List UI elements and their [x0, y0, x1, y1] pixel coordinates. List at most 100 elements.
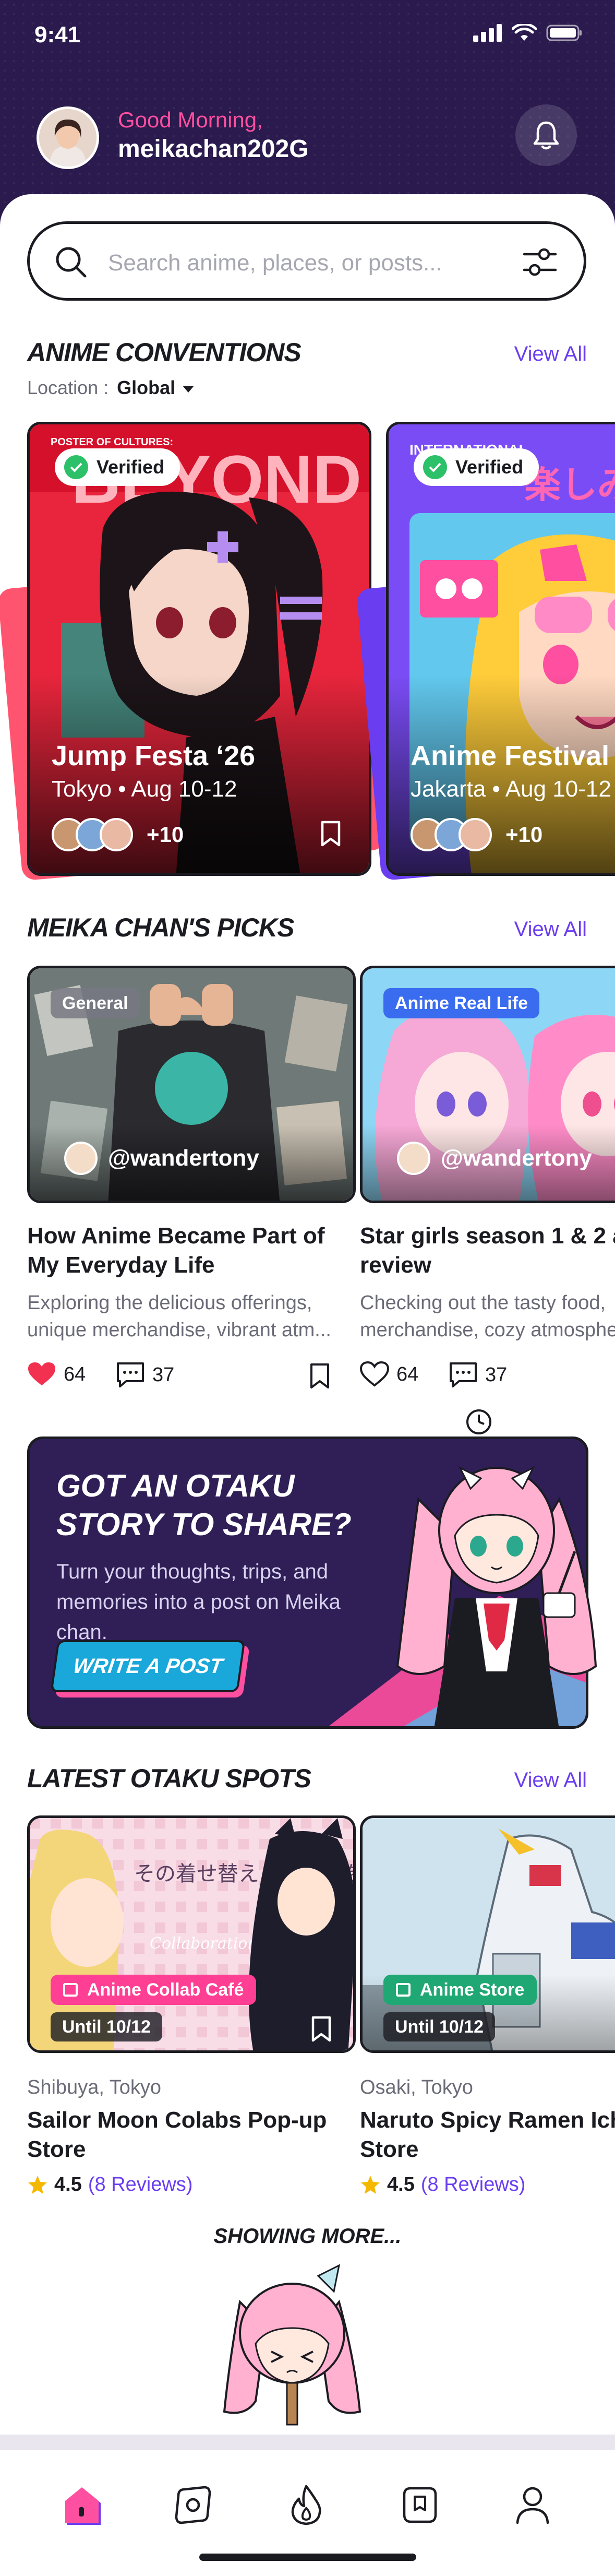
spot-name[interactable]: Naruto Spicy Ramen Ichiraku Store: [360, 2106, 615, 2164]
convention-name: Jump Festa ‘26: [52, 740, 256, 771]
like-count: 64: [64, 1363, 86, 1385]
pick-card[interactable]: General @wandertony How Anime Became Par…: [27, 966, 363, 1388]
review-count[interactable]: (8 Reviews): [421, 2174, 526, 2196]
store-icon: [396, 1983, 411, 1997]
convention-dates: Aug 10-12: [505, 776, 611, 802]
spot-card[interactable]: その着せ替え人形は恋をする Collaboration Cafe Anime C…: [27, 1815, 363, 2195]
username: meikachan202G: [118, 135, 309, 163]
convention-meta: Jakarta • Aug 10-12: [411, 776, 611, 802]
avatar[interactable]: [37, 106, 99, 169]
write-post-label: WRITE A POST: [50, 1640, 246, 1692]
attendee-avatar: [100, 818, 133, 851]
convention-poster: POSTER OF CULTURES: BEYOND Verified Jump…: [27, 422, 371, 876]
view-all-spots[interactable]: View All: [514, 1768, 587, 1792]
nav-profile[interactable]: [509, 2482, 556, 2528]
spot-category-label: Anime Collab Café: [87, 1980, 244, 2000]
nav-explore[interactable]: [170, 2482, 216, 2528]
bell-icon: [533, 121, 559, 150]
write-post-banner: GOT AN OTAKU STORY TO SHARE? Turn your t…: [27, 1409, 597, 1729]
nav-saved[interactable]: [396, 2482, 443, 2528]
section-title-conventions: ANIME CONVENTIONS: [27, 337, 324, 372]
rating-value: 4.5: [387, 2174, 415, 2195]
heart-filled-icon: [28, 1362, 55, 1385]
user-portrait-icon: [39, 109, 97, 167]
comment-button[interactable]: 37: [449, 1361, 507, 1388]
status-icons: [473, 24, 583, 42]
convention-dates: Aug 10-12: [131, 776, 237, 802]
pick-stats: 64 37: [360, 1358, 615, 1390]
loading-more-text: SHOWING MORE...: [213, 2225, 402, 2248]
check-icon: [423, 455, 447, 479]
convention-card[interactable]: POSTER OF CULTURES: BEYOND Verified Jump…: [0, 422, 387, 881]
spot-until-badge: Until 10/12: [51, 2012, 163, 2041]
attendee-avatars: +10: [411, 818, 542, 851]
app-screen: 9:41 Good Morning, meikachan202G Search …: [0, 0, 615, 2576]
location-filter[interactable]: Location : Global: [27, 377, 195, 399]
comment-button[interactable]: 37: [116, 1361, 174, 1388]
poster-art-illustration: POSTER OF CULTURES: BEYOND: [30, 424, 369, 873]
pick-card[interactable]: Anime Real Life @wandertony Star girls s…: [360, 966, 615, 1387]
notifications-button[interactable]: [515, 104, 577, 166]
like-button[interactable]: 64: [360, 1361, 418, 1387]
location-value[interactable]: Global: [117, 377, 175, 398]
attendee-count: +10: [505, 822, 543, 847]
search-bar[interactable]: Search anime, places, or posts...: [27, 221, 586, 301]
spot-location: Osaki, Tokyo: [360, 2076, 473, 2098]
pick-image: Anime Real Life @wandertony: [360, 966, 615, 1203]
bookmark-icon[interactable]: [309, 1362, 331, 1390]
spot-location: Shibuya, Tokyo: [27, 2076, 162, 2098]
view-all-picks[interactable]: View All: [514, 918, 587, 941]
signal-icon: [473, 24, 502, 42]
verified-label: Verified: [97, 456, 165, 478]
write-post-button[interactable]: WRITE A POST: [50, 1640, 250, 1697]
pick-title[interactable]: How Anime Became Part of My Everyday Lif…: [27, 1221, 361, 1280]
filter-icon[interactable]: [522, 245, 558, 279]
nav-home[interactable]: [58, 2482, 105, 2528]
spot-name[interactable]: Sailor Moon Colabs Pop-up Store: [27, 2106, 361, 2164]
nav-trending[interactable]: [283, 2482, 330, 2528]
bookmark-icon[interactable]: [320, 820, 342, 847]
status-time: 9:41: [34, 22, 81, 48]
rating-value: 4.5: [54, 2174, 82, 2195]
star-icon: [361, 2175, 380, 2194]
greeting-text: Good Morning,: [118, 108, 263, 132]
search-input[interactable]: Search anime, places, or posts...: [108, 250, 442, 276]
attendee-count: +10: [147, 822, 184, 847]
spot-category-label: Anime Store: [420, 1980, 525, 2000]
bookmark-icon[interactable]: [310, 2015, 332, 2043]
author-avatar: [397, 1142, 430, 1175]
section-title-spots: LATEST OTAKU SPOTS: [27, 1763, 327, 1798]
bottom-navigation: [0, 2435, 615, 2576]
spot-rating: 4.5 (8 Reviews): [27, 2174, 192, 2196]
verified-badge: Verified: [55, 448, 180, 486]
comment-icon: [450, 1362, 477, 1387]
view-all-conventions[interactable]: View All: [514, 342, 587, 366]
comment-icon: [117, 1362, 144, 1387]
author-avatar: [64, 1142, 98, 1175]
poster-art-illustration: INTERNATIONAL 楽しみ: [389, 424, 615, 873]
pick-title[interactable]: Star girls season 1 & 2 anime review: [360, 1221, 615, 1280]
pick-description: Checking out the tasty food, merchandise…: [360, 1292, 615, 1341]
profile-icon: [516, 2487, 549, 2524]
loading-mascot-illustration: [223, 2264, 361, 2426]
verified-label: Verified: [455, 456, 524, 478]
pick-image: General @wandertony: [27, 966, 356, 1203]
cup-icon: [63, 1983, 78, 1997]
author[interactable]: @wandertony: [54, 1142, 259, 1175]
pick-stats: 64 37: [27, 1358, 351, 1390]
category-tag: Anime Real Life: [383, 988, 540, 1018]
author[interactable]: @wandertony: [387, 1142, 592, 1175]
convention-card[interactable]: INTERNATIONAL 楽しみ Verified Anime Festiva…: [356, 422, 615, 881]
caret-down-icon: [183, 385, 195, 393]
author-handle: @wandertony: [108, 1145, 259, 1171]
check-icon: [64, 455, 88, 479]
like-button[interactable]: 64: [27, 1361, 86, 1387]
like-count: 64: [396, 1363, 419, 1385]
comment-count: 37: [485, 1363, 508, 1386]
wifi-icon: [512, 24, 537, 41]
banner-body: Turn your thoughts, trips, and memories …: [56, 1560, 341, 1644]
location-label: Location :: [27, 377, 109, 398]
spot-card[interactable]: Anime Store Until 10/12 Osaki, Tokyo Nar…: [360, 1815, 615, 2195]
review-count[interactable]: (8 Reviews): [88, 2174, 193, 2196]
spot-until-badge: Until 10/12: [383, 2012, 496, 2041]
